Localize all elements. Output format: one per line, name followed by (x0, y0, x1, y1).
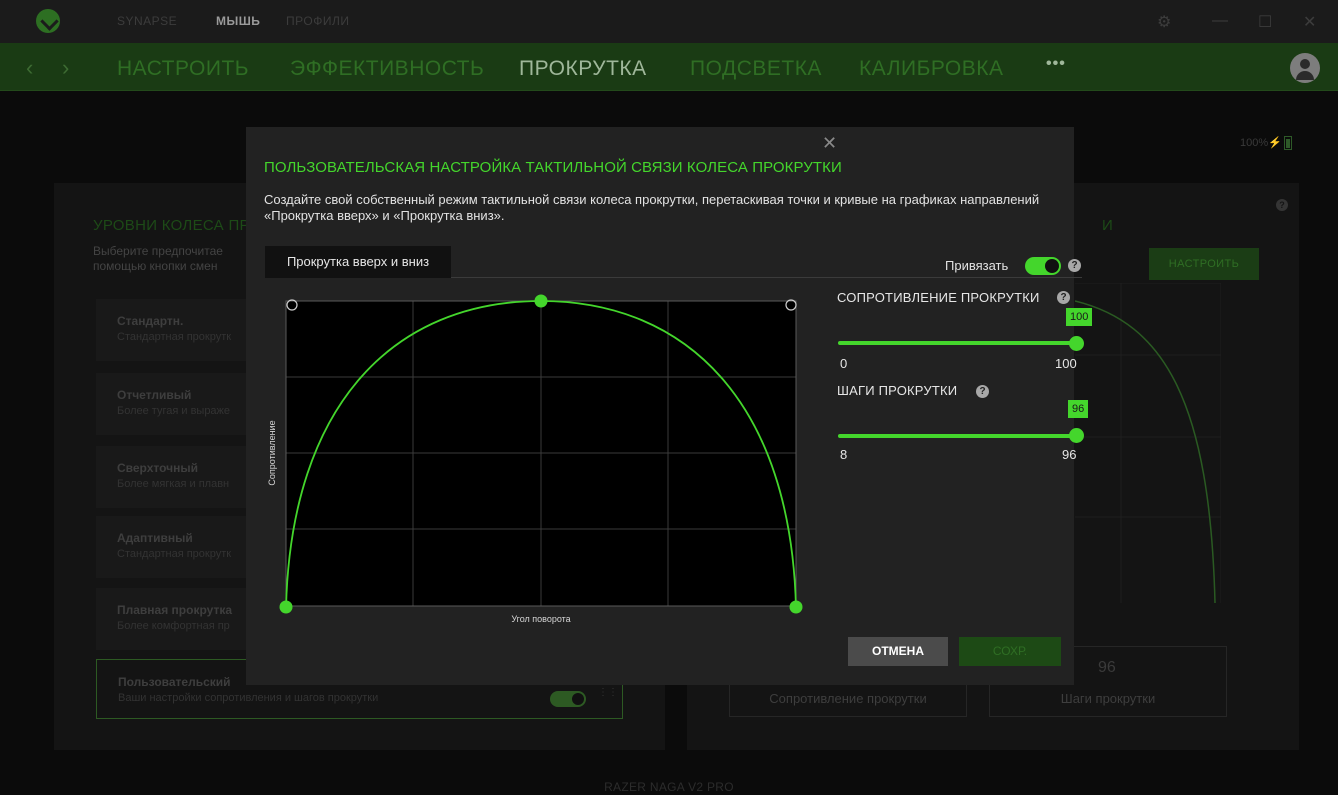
preset-desc: Более мягкая и плавн (117, 478, 230, 490)
wheel-levels-title: УРОВНИ КОЛЕСА ПР (93, 217, 250, 234)
close-window-icon[interactable]: ✕ (1303, 12, 1316, 32)
nav-tab-scroll[interactable]: ПРОКРУТКА (519, 57, 647, 81)
dialog-description: Создайте свой собственный режим тактильн… (264, 192, 1040, 223)
save-button[interactable]: СОХР. (959, 637, 1061, 666)
steps-slider-track[interactable] (838, 434, 1076, 438)
title-bar: SYNAPSE МЫШЬ ПРОФИЛИ ⚙ — ☐ ✕ (0, 0, 1338, 43)
bind-toggle[interactable] (1025, 257, 1061, 275)
nav-tab-calibration[interactable]: КАЛИБРОВКА (859, 57, 1003, 81)
preset-name: Сверхточный (117, 461, 198, 475)
resistance-value-badge: 100 (1066, 308, 1093, 326)
help-icon[interactable]: ? (976, 385, 989, 398)
resistance-slider-knob[interactable] (1069, 336, 1084, 351)
steps-stat-label: Шаги прокрутки (1060, 691, 1156, 706)
curve-point-right[interactable] (789, 600, 803, 614)
tab-scroll-up-down[interactable]: Прокрутка вверх и вниз (265, 246, 451, 278)
minimize-icon[interactable]: — (1212, 12, 1228, 30)
forward-arrow-icon[interactable]: › (62, 55, 69, 81)
resistance-stat-label: Сопротивление прокрутки (769, 691, 927, 706)
help-icon[interactable]: ? (1276, 199, 1288, 211)
nav-tab-performance[interactable]: ЭФФЕКТИВНОСТЬ (290, 57, 484, 81)
curve-point-left[interactable] (279, 600, 293, 614)
resistance-max: 100 (1055, 356, 1077, 371)
steps-title: ШАГИ ПРОКРУТКИ (837, 383, 958, 398)
preset-name: Отчетливый (117, 388, 192, 402)
top-tab-synapse[interactable]: SYNAPSE (117, 14, 177, 28)
app-window: SYNAPSE МЫШЬ ПРОФИЛИ ⚙ — ☐ ✕ ‹ › НАСТРОИ… (0, 0, 1338, 795)
steps-max: 96 (1062, 447, 1077, 462)
more-menu-icon[interactable]: ••• (1046, 55, 1066, 73)
preset-desc: Ваши настройки сопротивления и шагов про… (118, 692, 379, 704)
preset-desc: Стандартная прокрутк (117, 548, 232, 560)
resistance-title: СОПРОТИВЛЕНИЕ ПРОКРУТКИ (837, 290, 1040, 305)
battery-percent: 100% (1240, 137, 1269, 149)
background-curve-chart (1075, 283, 1221, 603)
resistance-min: 0 (840, 356, 848, 371)
maximize-icon[interactable]: ☐ (1258, 12, 1272, 32)
user-avatar-icon[interactable] (1290, 53, 1320, 83)
battery-status: 100%⚡ (1240, 136, 1292, 151)
steps-min: 8 (840, 447, 848, 462)
right-panel-title: И (1102, 217, 1113, 234)
preset-desc: Стандартная прокрутк (117, 331, 232, 343)
nav-tab-customize[interactable]: НАСТРОИТЬ (117, 57, 249, 81)
preset-name: Плавная прокрутка (117, 603, 233, 617)
curve-point-top[interactable] (534, 294, 548, 308)
razer-logo-icon[interactable] (36, 9, 60, 33)
help-icon[interactable]: ? (1068, 259, 1081, 272)
chart-y-label: Сопротивление (267, 420, 277, 485)
nav-tab-lighting[interactable]: ПОДСВЕТКА (690, 57, 822, 81)
preset-name: Пользовательский (118, 675, 231, 689)
cancel-button[interactable]: ОТМЕНА (848, 637, 948, 666)
customize-button[interactable]: НАСТРОИТЬ (1149, 248, 1259, 280)
preset-desc: Более комфортная пр (117, 620, 230, 632)
steps-stat-value: 96 (1098, 659, 1116, 676)
back-arrow-icon[interactable]: ‹ (26, 55, 33, 81)
chart-x-label: Угол поворота (511, 614, 570, 624)
nav-bar: ‹ › НАСТРОИТЬ ЭФФЕКТИВНОСТЬ ПРОКРУТКА ПО… (0, 43, 1338, 91)
steps-slider-knob[interactable] (1069, 428, 1084, 443)
battery-icon (1283, 136, 1292, 151)
settings-gear-icon[interactable]: ⚙ (1157, 12, 1171, 32)
steps-value-badge: 96 (1068, 400, 1089, 418)
custom-preset-toggle[interactable] (550, 691, 586, 707)
preset-name: Стандартн. (117, 314, 184, 328)
top-tab-mouse[interactable]: МЫШЬ (216, 14, 260, 28)
tab-divider (451, 277, 1082, 278)
dialog-title: ПОЛЬЗОВАТЕЛЬСКАЯ НАСТРОЙКА ТАКТИЛЬНОЙ СВ… (264, 159, 842, 176)
resistance-slider-track[interactable] (838, 341, 1076, 345)
help-icon[interactable]: ? (1057, 291, 1070, 304)
drag-handle-icon[interactable]: ⋮⋮ (598, 688, 618, 706)
device-name: RAZER NAGA V2 PRO (604, 780, 734, 794)
preset-desc: Более тугая и выраже (117, 405, 231, 417)
preset-name: Адаптивный (117, 531, 193, 545)
haptic-curve-chart[interactable]: Угол поворота Сопротивление (265, 293, 815, 633)
bind-label: Привязать (945, 258, 1009, 273)
close-dialog-icon[interactable]: ✕ (822, 133, 837, 154)
top-tab-profiles[interactable]: ПРОФИЛИ (286, 14, 349, 28)
